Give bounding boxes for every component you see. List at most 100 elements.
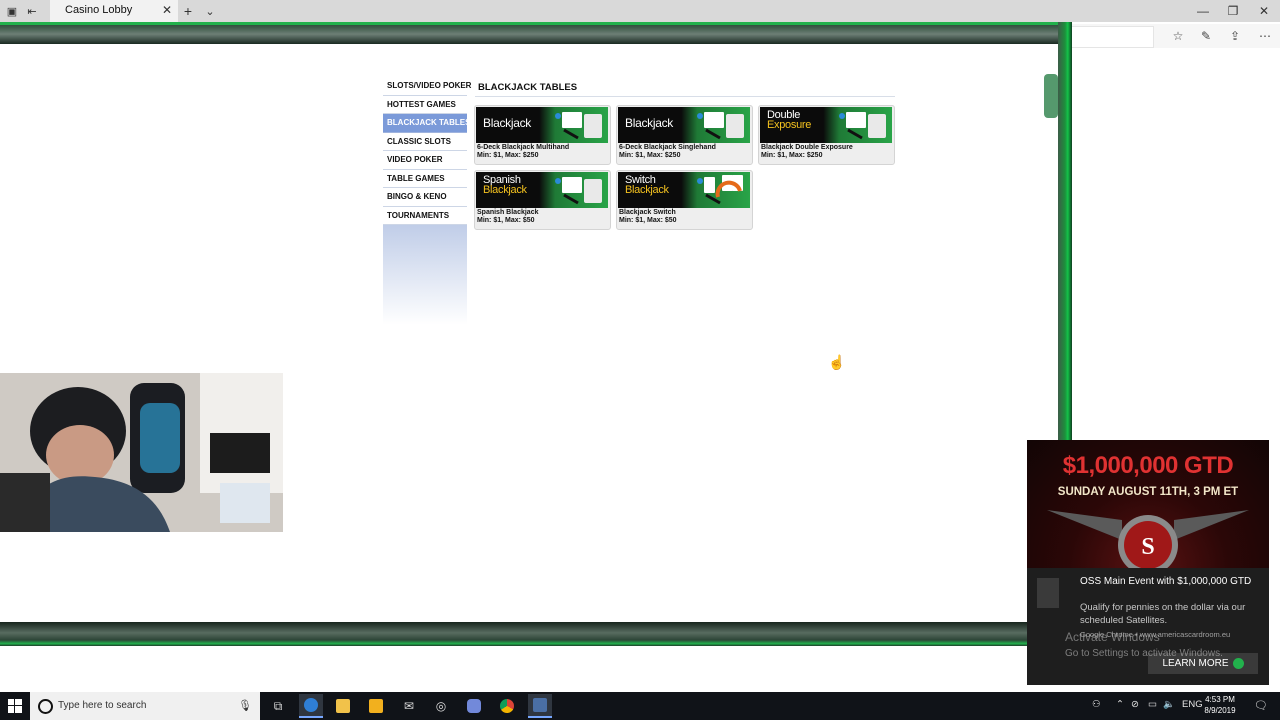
ad-title: OSS Main Event with $1,000,000 GTD (1080, 576, 1252, 587)
game-logo: Double Exposure (767, 109, 812, 131)
windows-taskbar: Type here to search 🎙 ⧉ ✉ ◎ ⚇ ⌃ ⊘ ▭ 🔈 EN… (0, 692, 1280, 720)
edge-browser-icon[interactable] (299, 694, 323, 718)
menu-item-table-games[interactable]: TABLE GAMES (383, 170, 467, 188)
discord-icon[interactable] (462, 694, 486, 718)
svg-text:S: S (1141, 534, 1154, 560)
mail-icon[interactable]: ✉ (397, 694, 421, 718)
playing-cards-icon (555, 177, 602, 205)
clock-time: 4:53 PM (1205, 695, 1235, 704)
browser-toolbar: ☆ ✎ ⇪ ⋯ (1066, 24, 1280, 48)
game-limits: Min: $1, Max: $250 (619, 152, 681, 159)
share-icon[interactable]: ⇪ (1226, 27, 1244, 45)
lobby-category-menu: SLOTS/VIDEO POKER HOTTEST GAMES BLACKJAC… (383, 77, 471, 325)
favorites-icon[interactable]: ☆ (1169, 27, 1187, 45)
back-tabs-icon[interactable]: ⇤ (24, 3, 40, 19)
menu-background (383, 225, 467, 325)
game-card[interactable]: Blackjack 6-Deck Blackjack Multihand Min… (474, 105, 611, 165)
menu-item-bingo-keno[interactable]: BINGO & KENO (383, 188, 467, 207)
game-card[interactable]: Spanish Blackjack Spanish Blackjack Min: … (474, 170, 611, 230)
hand-cursor-icon: ☝ (828, 354, 846, 370)
ad-banner-image: S $1,000,000 GTD SUNDAY AUGUST 11TH, 3 P… (1027, 440, 1269, 568)
game-card[interactable]: Switch Blackjack Blackjack Switch Min: $1… (616, 170, 753, 230)
microphone-icon[interactable]: 🎙 (238, 699, 252, 712)
game-banner[interactable]: Double Exposure (760, 107, 892, 143)
menu-item-blackjack-tables[interactable]: BLACKJACK TABLES (383, 114, 470, 133)
file-explorer-icon[interactable] (331, 694, 355, 718)
game-limits: Min: $1, Max: $50 (619, 217, 677, 224)
new-tab-button[interactable]: + (180, 3, 196, 19)
minimize-button[interactable]: — (1188, 2, 1218, 20)
game-limits: Min: $1, Max: $50 (477, 217, 535, 224)
chrome-icon[interactable] (495, 694, 519, 718)
game-banner[interactable]: Switch Blackjack (618, 172, 750, 208)
webcam-feed (0, 373, 283, 532)
pen-icon[interactable]: ✎ (1197, 27, 1215, 45)
close-window-button[interactable]: ✕ (1249, 2, 1279, 20)
green-badge-icon (1232, 658, 1244, 669)
menu-item-slots-video-poker[interactable]: SLOTS/VIDEO POKER (383, 77, 471, 96)
section-title: BLACKJACK TABLES (478, 82, 578, 93)
tray-app-icon[interactable]: ⊘ (1131, 699, 1139, 710)
game-logo: Switch Blackjack (625, 174, 669, 196)
game-name: Blackjack Double Exposure (761, 144, 853, 151)
ad-amount: $1,000,000 GTD (1062, 452, 1234, 479)
overlay-frame-accent (1044, 74, 1058, 118)
network-icon[interactable]: ▭ (1148, 699, 1157, 710)
game-name: Spanish Blackjack (477, 209, 539, 216)
start-button[interactable] (0, 692, 30, 720)
game-banner[interactable]: Blackjack (476, 107, 608, 143)
clock-date: 8/9/2019 (1204, 706, 1236, 715)
obs-app-icon[interactable] (528, 694, 552, 718)
volume-icon[interactable]: 🔈 (1163, 699, 1175, 710)
playing-cards-icon (697, 175, 743, 205)
game-limits: Min: $1, Max: $250 (761, 152, 823, 159)
menu-item-classic-slots[interactable]: CLASSIC SLOTS (383, 133, 467, 151)
game-name: Blackjack Switch (619, 209, 676, 216)
browser-tab[interactable]: Casino Lobby ✕ (50, 0, 178, 22)
people-icon[interactable]: ⚇ (1092, 699, 1101, 710)
store-icon[interactable] (364, 694, 388, 718)
ad-description: Qualify for pennies on the dollar via ou… (1080, 602, 1246, 626)
tab-title: Casino Lobby (65, 4, 133, 16)
section-divider (475, 96, 895, 97)
close-tab-button[interactable]: ✕ (162, 3, 172, 17)
tab-actions-icon[interactable]: ▣ (4, 3, 20, 19)
taskbar-clock[interactable]: 4:53 PM 8/9/2019 (1198, 694, 1242, 716)
address-bar[interactable] (1066, 26, 1154, 48)
game-name: 6-Deck Blackjack Singlehand (619, 144, 716, 151)
restore-button[interactable]: ❐ (1218, 2, 1248, 20)
windows-logo-icon (8, 699, 22, 713)
game-limits: Min: $1, Max: $250 (477, 152, 539, 159)
steam-icon[interactable]: ◎ (429, 694, 453, 718)
game-logo: Blackjack (625, 116, 673, 130)
game-banner[interactable]: Blackjack (618, 107, 750, 143)
overlay-frame-top (0, 22, 1070, 44)
menu-item-video-poker[interactable]: VIDEO POKER (383, 151, 467, 170)
menu-item-hottest-games[interactable]: HOTTEST GAMES (383, 96, 467, 114)
search-placeholder: Type here to search (58, 700, 147, 711)
game-name: 6-Deck Blackjack Multihand (477, 144, 570, 151)
browser-tab-bar: ▣ ⇤ Casino Lobby ✕ + ⌄ — ❐ ✕ (0, 0, 1280, 22)
webcam-image (0, 373, 283, 532)
ad-date: SUNDAY AUGUST 11TH, 3 PM ET (1057, 486, 1239, 498)
activate-windows-subtext: Go to Settings to activate Windows. (1065, 648, 1223, 659)
show-hidden-icons-icon[interactable]: ⌃ (1116, 699, 1124, 710)
learn-more-label: LEARN MORE (1162, 658, 1229, 669)
game-card[interactable]: Double Exposure Blackjack Double Exposure… (758, 105, 895, 165)
game-card[interactable]: Blackjack 6-Deck Blackjack Singlehand Mi… (616, 105, 753, 165)
tab-list-button[interactable]: ⌄ (202, 3, 218, 19)
activate-windows-watermark: Activate Windows (1065, 630, 1160, 644)
game-logo: Blackjack (483, 116, 531, 130)
action-center-icon[interactable]: 🗨 (1254, 699, 1268, 712)
playing-cards-icon (839, 112, 886, 140)
task-view-icon[interactable]: ⧉ (266, 694, 290, 718)
taskbar-search[interactable]: Type here to search 🎙 (30, 692, 260, 720)
game-logo: Spanish Blackjack (483, 174, 527, 196)
more-icon[interactable]: ⋯ (1256, 27, 1274, 45)
playing-cards-icon (555, 112, 602, 140)
playing-cards-icon (697, 112, 744, 140)
game-banner[interactable]: Spanish Blackjack (476, 172, 608, 208)
overlay-frame-bottom (0, 622, 1072, 646)
menu-item-tournaments[interactable]: TOURNAMENTS (383, 207, 467, 225)
ad-app-icon (1037, 578, 1059, 608)
